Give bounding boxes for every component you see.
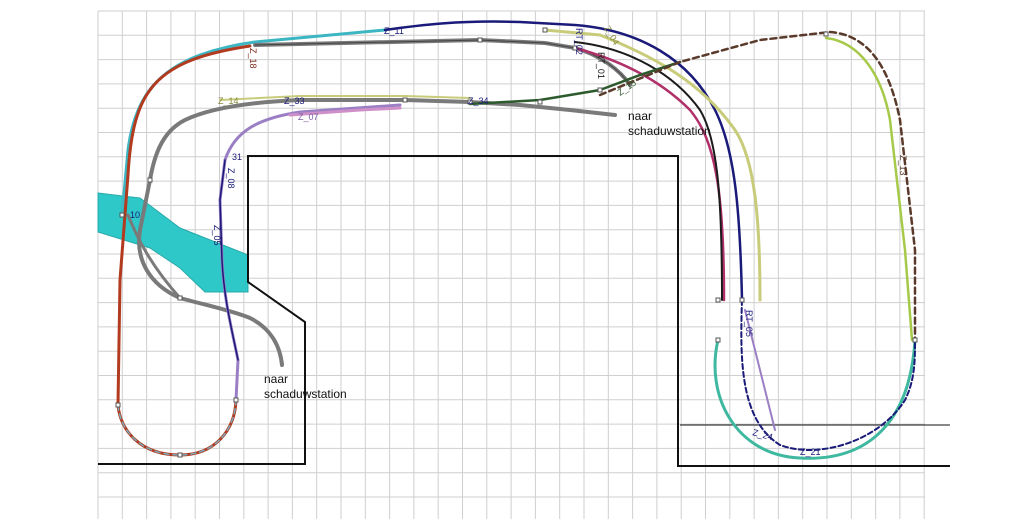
switch-marker [115,402,121,408]
switch-marker [823,31,829,37]
label-z13: Z_13 [898,155,908,176]
switch-marker [542,27,548,33]
label-z08: Z_08 [226,168,236,189]
switch-marker [177,295,183,301]
track-darkgreen [468,60,682,106]
label-z33: Z_33 [284,96,305,106]
label-z18: Z_18 [248,48,258,69]
switch-marker [597,87,603,93]
switch-marker [119,212,125,218]
label-z10: 10 [130,210,140,220]
switch-marker [739,297,745,303]
track-seagreen [713,338,917,460]
switch-marker [715,297,721,303]
switch-marker [477,37,483,43]
label-z11: Z_11 [384,26,404,36]
switch-marker [177,452,183,458]
label-rt05: RT_05 [744,310,754,337]
label-z05: Z_05 [212,225,222,246]
switch-marker [147,177,153,183]
track-navy-bottom [740,299,916,451]
label-z15: Z_15 [615,78,638,98]
label-z21: Z_21 [800,447,821,457]
switch-marker [715,337,721,343]
note-shadow-right-line2: schaduwstation [628,124,711,138]
note-shadow-right-line1: naar [628,109,652,123]
switch-marker [912,337,918,343]
track-magenta [573,46,726,302]
label-rt01: RT_01 [596,52,606,79]
note-shadow-left-line1: naar [264,372,288,386]
label-rt02: RT_02 [574,28,584,55]
switch-marker [233,397,239,403]
track-layout-diagram: Z_11 Z_33 Z_34 Z_21 Z_18 Z_14 Z_07 31 Z_… [97,10,950,519]
label-z34: Z_34 [468,96,489,106]
label-z31: 31 [232,152,242,162]
switch-marker [402,97,408,103]
switch-marker [537,99,543,105]
label-z07: Z_07 [298,112,319,122]
track-lime [824,36,914,342]
note-shadow-left-line2: schaduwstation [264,387,347,401]
track-rust-dash [117,399,237,456]
label-z24: Z_24 [751,427,773,442]
label-z14: Z_14 [218,96,239,106]
track-black [574,41,723,301]
